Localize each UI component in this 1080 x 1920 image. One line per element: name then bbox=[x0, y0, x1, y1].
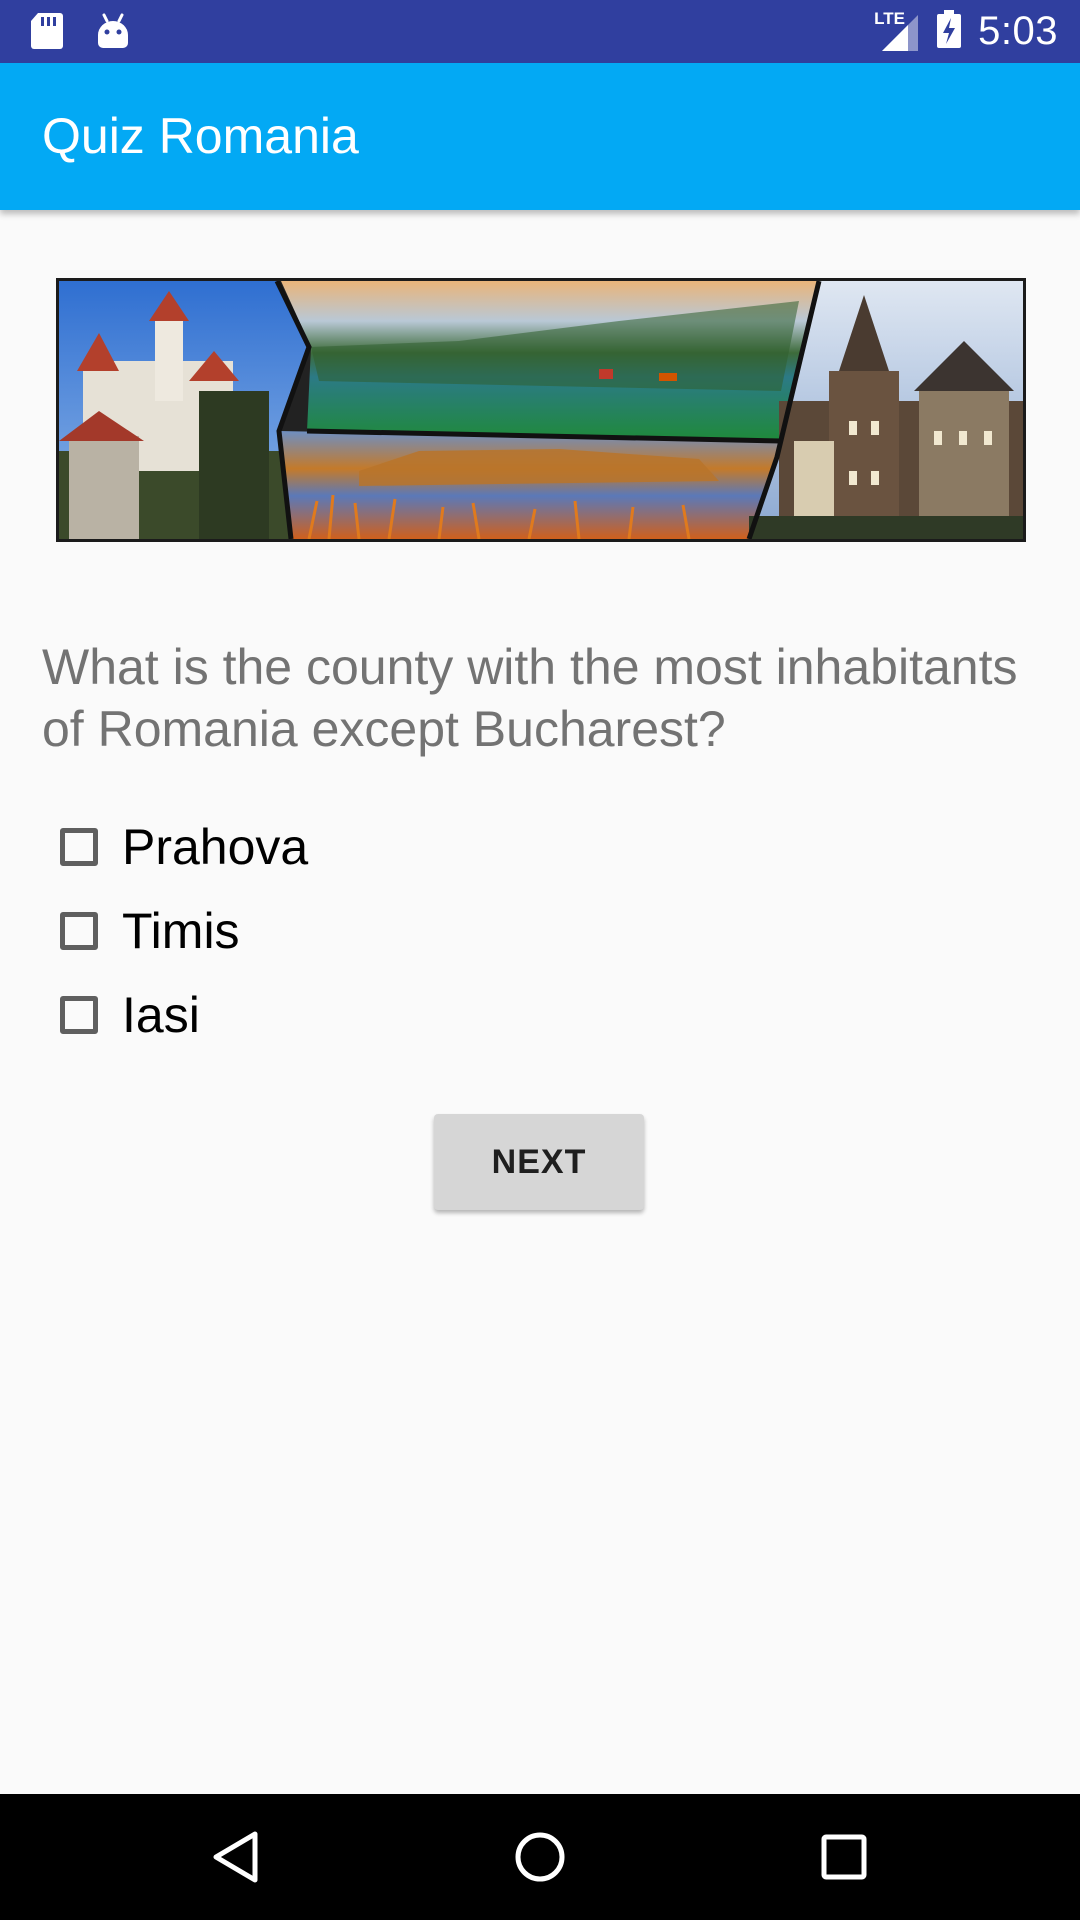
status-bar: LTE 5:03 bbox=[0, 0, 1080, 63]
signal-icon: LTE bbox=[874, 9, 920, 53]
option-label: Timis bbox=[122, 903, 240, 959]
android-icon bbox=[96, 13, 130, 54]
checkbox-timis[interactable] bbox=[60, 912, 98, 950]
home-button[interactable] bbox=[470, 1794, 610, 1920]
checkbox-prahova[interactable] bbox=[60, 828, 98, 866]
recents-button[interactable] bbox=[774, 1794, 914, 1920]
app-title: Quiz Romania bbox=[42, 108, 359, 164]
clock: 5:03 bbox=[978, 9, 1058, 53]
romania-banner-image bbox=[56, 278, 1026, 542]
next-button[interactable]: NEXT bbox=[434, 1114, 644, 1210]
home-icon bbox=[515, 1832, 565, 1882]
battery-charging-icon bbox=[936, 9, 962, 54]
navigation-bar bbox=[0, 1794, 1080, 1920]
back-icon bbox=[213, 1831, 258, 1883]
quiz-screen: LTE 5:03 Quiz Romania What is the county… bbox=[0, 0, 1080, 1920]
option-iasi[interactable]: Iasi bbox=[60, 985, 200, 1045]
question-text: What is the county with the most inhabit… bbox=[42, 639, 1018, 757]
app-bar: Quiz Romania bbox=[0, 63, 1080, 210]
option-label: Prahova bbox=[122, 819, 309, 875]
recents-icon bbox=[821, 1834, 867, 1880]
option-prahova[interactable]: Prahova bbox=[60, 817, 308, 877]
sd-card-icon bbox=[30, 12, 64, 55]
option-timis[interactable]: Timis bbox=[60, 901, 240, 961]
option-label: Iasi bbox=[122, 987, 200, 1043]
back-button[interactable] bbox=[166, 1794, 306, 1920]
romania-collage-image bbox=[59, 281, 1023, 539]
checkbox-iasi[interactable] bbox=[60, 996, 98, 1034]
